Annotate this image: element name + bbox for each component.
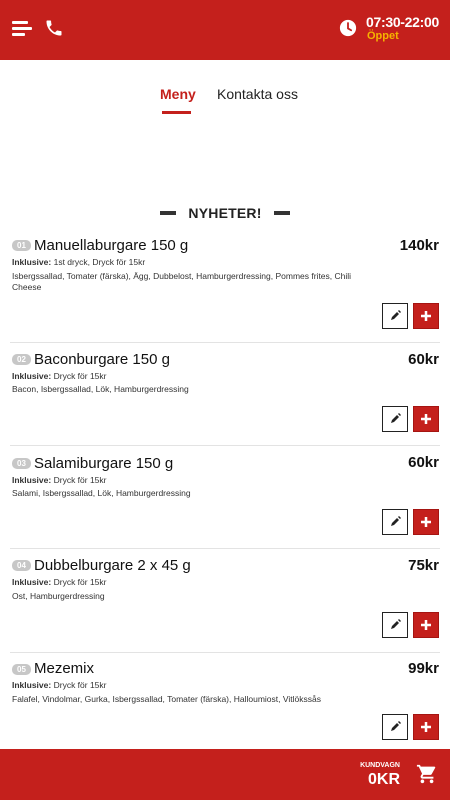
add-to-cart-button[interactable] xyxy=(413,406,439,432)
item-number-badge: 05 xyxy=(12,664,31,675)
item-price: 140kr xyxy=(399,237,439,254)
item-name: Mezemix xyxy=(34,660,95,677)
item-inclusive-label: Inklusive: xyxy=(12,680,52,690)
item-inclusive-label: Inklusive: xyxy=(12,475,52,485)
cart-total: 0KR xyxy=(367,771,400,788)
item-description: Isbergssallad, Tomater (färska), Ägg, Du… xyxy=(12,271,352,292)
item-price: 99kr xyxy=(408,660,439,677)
cart-label: KUNDVAGN xyxy=(360,762,400,769)
item-inclusive-text: Dryck för 15kr xyxy=(53,475,107,485)
add-to-cart-button[interactable] xyxy=(413,612,439,638)
add-to-cart-button[interactable] xyxy=(413,509,439,535)
item-inclusive-text: Dryck för 15kr xyxy=(53,371,107,381)
edit-button[interactable] xyxy=(382,303,408,329)
menu-icon[interactable] xyxy=(12,20,32,38)
cart-icon[interactable] xyxy=(416,763,438,785)
item-number-badge: 04 xyxy=(12,560,31,571)
edit-button[interactable] xyxy=(382,714,408,740)
item-number-badge: 03 xyxy=(12,458,31,469)
item-inclusive-text: 1st dryck, Dryck för 15kr xyxy=(53,257,146,267)
edit-button[interactable] xyxy=(382,509,408,535)
divider xyxy=(10,548,440,549)
item-name: Salamiburgare 150 g xyxy=(34,455,174,472)
item-name: Dubbelburgare 2 x 45 g xyxy=(34,557,191,574)
edit-button[interactable] xyxy=(382,612,408,638)
divider xyxy=(10,445,440,446)
clock-icon xyxy=(339,19,357,37)
pencil-icon xyxy=(391,516,401,526)
item-number-badge: 02 xyxy=(12,354,31,365)
open-status: Öppet xyxy=(367,30,399,42)
item-inclusive: Inklusive: Dryck för 15kr xyxy=(12,475,107,485)
plus-icon xyxy=(421,517,431,527)
item-number-badge: 01 xyxy=(12,240,31,251)
item-inclusive: Inklusive: Dryck för 15kr xyxy=(12,371,107,381)
item-inclusive-label: Inklusive: xyxy=(12,577,52,587)
section-title: NYHETER! xyxy=(0,205,450,221)
cart-bar[interactable]: KUNDVAGN 0KR xyxy=(0,749,450,800)
item-inclusive-label: Inklusive: xyxy=(12,371,52,381)
tab-contact[interactable]: Kontakta oss xyxy=(217,86,298,102)
tab-bar: Meny Kontakta oss xyxy=(0,86,450,116)
item-price: 60kr xyxy=(408,454,439,471)
pencil-icon xyxy=(391,721,401,731)
item-inclusive: Inklusive: Dryck för 15kr xyxy=(12,577,107,587)
item-description: Bacon, Isbergssallad, Lök, Hamburgerdres… xyxy=(12,384,189,394)
tab-menu[interactable]: Meny xyxy=(160,86,196,114)
item-description: Falafel, Vindolmar, Gurka, Isbergssallad… xyxy=(12,694,321,704)
item-inclusive-text: Dryck för 15kr xyxy=(53,577,107,587)
item-name: Baconburgare 150 g xyxy=(34,351,170,368)
add-to-cart-button[interactable] xyxy=(413,303,439,329)
plus-icon xyxy=(421,620,431,630)
item-inclusive: Inklusive: Dryck för 15kr xyxy=(12,680,107,690)
item-description: Salami, Isbergssallad, Lök, Hamburgerdre… xyxy=(12,488,191,498)
divider xyxy=(10,652,440,653)
top-bar: 07:30-22:00 Öppet xyxy=(0,0,450,60)
plus-icon xyxy=(421,414,431,424)
pencil-icon xyxy=(391,310,401,320)
item-inclusive-text: Dryck för 15kr xyxy=(53,680,107,690)
pencil-icon xyxy=(391,619,401,629)
item-price: 75kr xyxy=(408,557,439,574)
opening-hours: 07:30-22:00 xyxy=(366,14,439,30)
edit-button[interactable] xyxy=(382,406,408,432)
item-price: 60kr xyxy=(408,351,439,368)
plus-icon xyxy=(421,311,431,321)
item-inclusive: Inklusive: 1st dryck, Dryck för 15kr xyxy=(12,257,145,267)
add-to-cart-button[interactable] xyxy=(413,714,439,740)
section-title-text: NYHETER! xyxy=(188,205,262,221)
item-description: Ost, Hamburgerdressing xyxy=(12,591,105,601)
item-inclusive-label: Inklusive: xyxy=(12,257,52,267)
item-name: Manuellaburgare 150 g xyxy=(34,237,189,254)
phone-icon[interactable] xyxy=(44,18,64,38)
pencil-icon xyxy=(391,413,401,423)
plus-icon xyxy=(421,722,431,732)
divider xyxy=(10,342,440,343)
